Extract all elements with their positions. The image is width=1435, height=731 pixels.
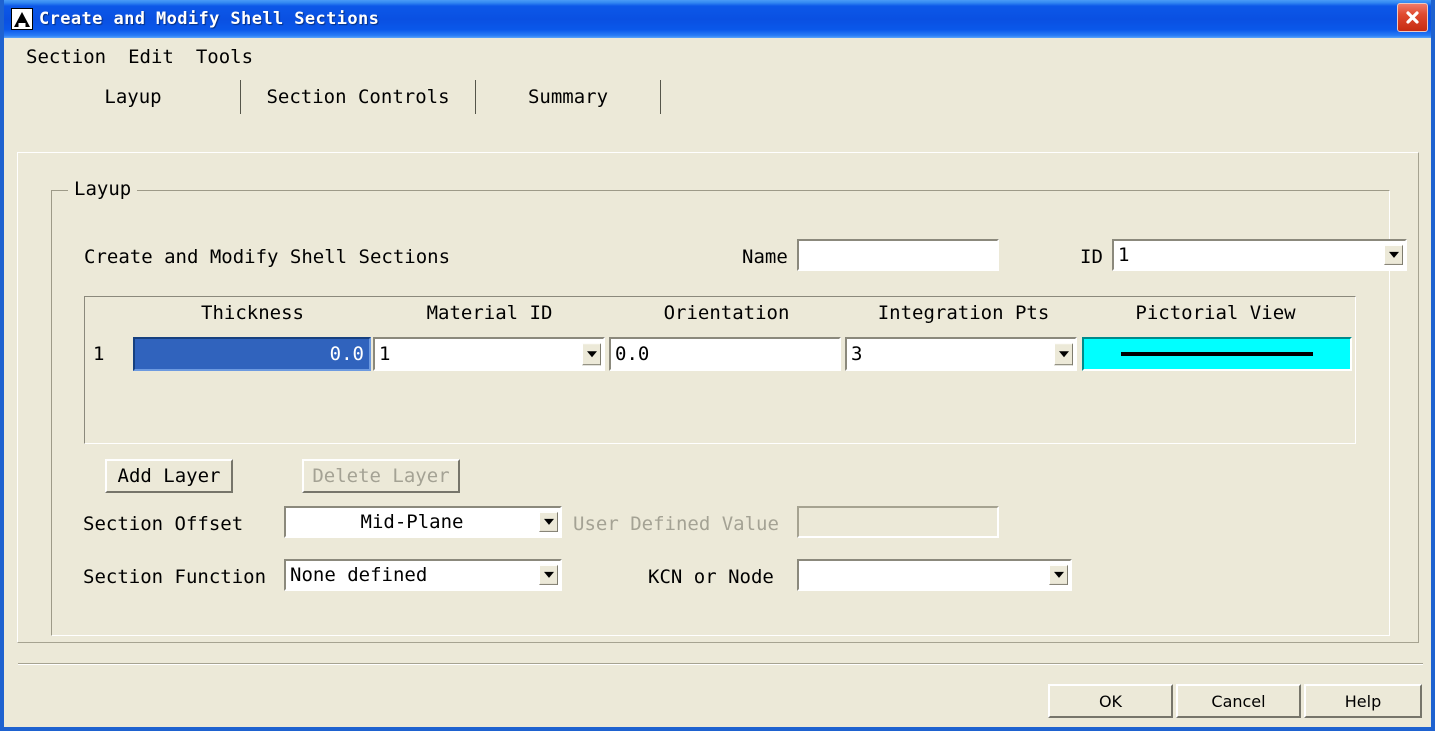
layer-line-icon bbox=[1121, 352, 1313, 356]
kcn-combobox[interactable] bbox=[797, 559, 1072, 591]
cell-thickness[interactable]: 0.0 bbox=[133, 337, 371, 371]
footer-separator bbox=[18, 663, 1423, 665]
tab-section-controls-label: Section Controls bbox=[266, 86, 450, 108]
tab-layup[interactable]: Layup bbox=[28, 75, 238, 119]
cell-integration-pts-value: 3 bbox=[851, 343, 863, 365]
section-offset-combobox[interactable]: Mid-Plane bbox=[284, 506, 562, 538]
shell-sections-dialog: Create and Modify Shell Sections Section… bbox=[0, 0, 1435, 731]
close-button[interactable] bbox=[1397, 3, 1428, 32]
column-header-pictorial-view: Pictorial View bbox=[1135, 302, 1296, 324]
tab-summary[interactable]: Summary bbox=[478, 75, 658, 119]
layer-table: Thickness Material ID Orientation Integr… bbox=[84, 296, 1356, 444]
user-defined-value-label: User Defined Value bbox=[573, 513, 779, 535]
add-layer-button[interactable]: Add Layer bbox=[105, 459, 233, 493]
cell-material-id[interactable]: 1 bbox=[373, 337, 605, 371]
tab-separator-3 bbox=[660, 80, 661, 114]
chevron-down-icon[interactable] bbox=[1049, 564, 1068, 586]
id-label: ID bbox=[1080, 246, 1103, 268]
kcn-label: KCN or Node bbox=[648, 566, 774, 588]
chevron-down-icon[interactable] bbox=[539, 511, 558, 533]
user-defined-value-input[interactable] bbox=[797, 506, 999, 538]
menu-bar: Section Edit Tools bbox=[4, 38, 1431, 75]
section-offset-label: Section Offset bbox=[83, 513, 244, 535]
section-offset-value: Mid-Plane bbox=[360, 511, 464, 533]
help-button[interactable]: Help bbox=[1304, 684, 1422, 718]
name-input[interactable] bbox=[797, 239, 999, 271]
column-header-orientation: Orientation bbox=[663, 302, 790, 324]
column-header-thickness: Thickness bbox=[201, 302, 304, 324]
tab-separator-2 bbox=[475, 80, 476, 114]
chevron-down-icon[interactable] bbox=[1054, 343, 1073, 365]
section-function-combobox[interactable]: None defined bbox=[284, 559, 562, 591]
layup-group: Layup Create and Modify Shell Sections N… bbox=[51, 178, 1407, 636]
cell-orientation[interactable]: 0.0 bbox=[609, 337, 841, 371]
cell-integration-pts[interactable]: 3 bbox=[845, 337, 1077, 371]
cell-pictorial-view bbox=[1082, 337, 1352, 371]
menu-item-edit[interactable]: Edit bbox=[128, 46, 174, 68]
tab-section-controls[interactable]: Section Controls bbox=[243, 75, 473, 119]
close-icon bbox=[1406, 11, 1419, 24]
title-bar: Create and Modify Shell Sections bbox=[4, 0, 1431, 38]
id-combobox-value: 1 bbox=[1118, 244, 1130, 266]
layer-table-header: Thickness Material ID Orientation Integr… bbox=[85, 300, 1355, 326]
delete-layer-button[interactable]: Delete Layer bbox=[302, 459, 460, 493]
window-title: Create and Modify Shell Sections bbox=[39, 9, 380, 29]
tab-separator-1 bbox=[240, 80, 241, 114]
id-combobox[interactable]: 1 bbox=[1112, 239, 1407, 271]
chevron-down-icon[interactable] bbox=[582, 343, 601, 365]
column-header-integration-pts: Integration Pts bbox=[877, 302, 1050, 324]
layup-description: Create and Modify Shell Sections bbox=[84, 246, 451, 268]
tab-strip: Layup Section Controls Summary bbox=[4, 75, 1431, 119]
section-function-value: None defined bbox=[290, 564, 428, 586]
menu-item-section[interactable]: Section bbox=[26, 46, 106, 68]
ok-button[interactable]: OK bbox=[1048, 684, 1173, 718]
cancel-button[interactable]: Cancel bbox=[1176, 684, 1301, 718]
tab-layup-label: Layup bbox=[104, 86, 162, 108]
chevron-down-icon[interactable] bbox=[1384, 244, 1403, 266]
tab-summary-label: Summary bbox=[527, 86, 609, 108]
column-header-material-id: Material ID bbox=[426, 302, 553, 324]
chevron-down-icon[interactable] bbox=[539, 564, 558, 586]
layup-group-title: Layup bbox=[68, 178, 138, 200]
name-label: Name bbox=[742, 246, 788, 268]
table-row-index: 1 bbox=[93, 343, 105, 365]
menu-item-tools[interactable]: Tools bbox=[196, 46, 253, 68]
ansys-a-icon bbox=[11, 8, 33, 30]
cell-material-id-value: 1 bbox=[379, 343, 391, 365]
section-function-label: Section Function bbox=[83, 566, 267, 588]
tab-page-layup: Layup Create and Modify Shell Sections N… bbox=[17, 152, 1419, 643]
